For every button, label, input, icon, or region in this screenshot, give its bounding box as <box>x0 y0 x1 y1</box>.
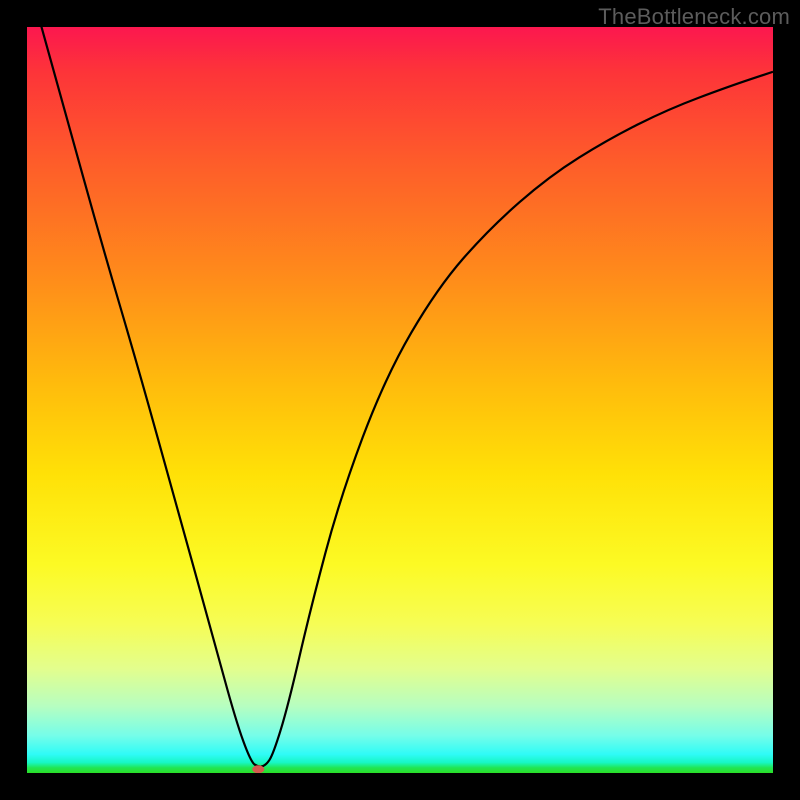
plot-area <box>27 27 773 773</box>
curve-line <box>27 27 773 766</box>
watermark-text: TheBottleneck.com <box>598 4 790 30</box>
marker-dot <box>252 765 264 773</box>
chart-frame: TheBottleneck.com <box>0 0 800 800</box>
chart-svg <box>27 27 773 773</box>
